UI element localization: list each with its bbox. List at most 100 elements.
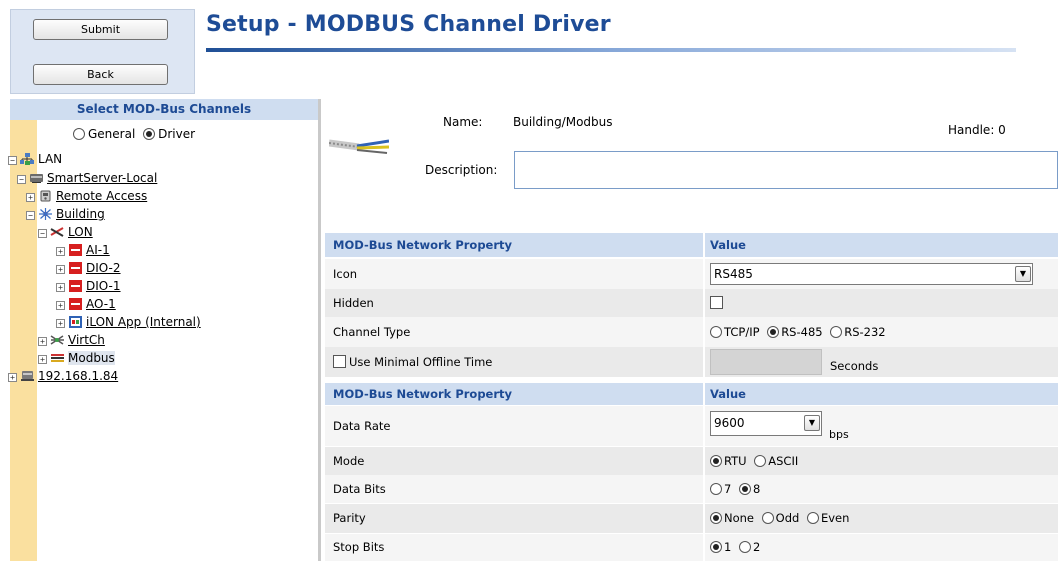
seconds-unit: Seconds	[830, 359, 879, 373]
radio-button[interactable]	[738, 541, 751, 553]
radio-button[interactable]	[710, 483, 722, 495]
tree-header: Select MOD-Bus Channels	[10, 99, 318, 120]
description-label: Description:	[425, 163, 498, 177]
expand-icon[interactable]: +	[56, 265, 65, 274]
radio-button[interactable]	[710, 541, 722, 553]
data-rate-select[interactable]: 9600 ▼	[710, 411, 822, 436]
option-label: 7	[724, 482, 732, 496]
mode-ascii[interactable]: ASCII	[754, 447, 798, 475]
expand-icon[interactable]: +	[56, 301, 65, 310]
mode-label: Mode	[325, 447, 703, 475]
channel-type-rs232[interactable]: RS-232	[830, 317, 886, 347]
submit-button[interactable]: Submit	[33, 19, 168, 40]
tree-node-lon[interactable]: − LON	[38, 225, 93, 240]
mode-row: Mode RTU ASCII	[325, 447, 1058, 475]
data-bits-8[interactable]: 8	[738, 475, 761, 503]
description-input[interactable]	[514, 151, 1058, 189]
tree-node-modbus[interactable]: + Modbus	[38, 351, 115, 366]
data-rate-row: Data Rate 9600 ▼ bps	[325, 406, 1058, 446]
view-driver-option[interactable]: Driver	[143, 127, 195, 141]
channel-type-tcpip[interactable]: TCP/IP	[710, 317, 760, 347]
stop-bits-2[interactable]: 2	[738, 534, 761, 561]
expand-icon[interactable]: +	[8, 373, 17, 382]
view-general-option[interactable]: General	[73, 127, 135, 141]
dropdown-arrow-icon[interactable]: ▼	[804, 415, 820, 431]
channel-properties-pane: Name: Building/Modbus Handle: 0 Descript…	[325, 99, 1058, 561]
radio-button[interactable]	[806, 512, 819, 524]
tree-node-building[interactable]: − Building	[26, 207, 105, 222]
collapse-icon[interactable]: −	[26, 211, 35, 220]
value-column-header: Value	[705, 383, 1058, 405]
min-offline-checkbox[interactable]	[333, 355, 346, 368]
option-label: RS-232	[844, 325, 886, 339]
section-header-serial: MOD-Bus Network Property Value	[325, 383, 1058, 405]
collapse-icon[interactable]: −	[17, 175, 26, 184]
tree-node-ilon-app[interactable]: + iLON App (Internal)	[56, 315, 201, 330]
tree-node-dio-1[interactable]: + DIO-1	[56, 279, 121, 294]
tree-node-smartserver-local[interactable]: − SmartServer-Local	[17, 171, 157, 186]
tree-node-ao-1[interactable]: + AO-1	[56, 297, 116, 312]
tree-node-label: LON	[68, 225, 93, 239]
radio-button[interactable]	[738, 483, 751, 495]
tree-node-192-168-1-84[interactable]: +192.168.1.84	[8, 369, 118, 384]
offline-time-input[interactable]	[710, 349, 822, 375]
view-driver-label: Driver	[158, 127, 196, 141]
server-icon	[30, 174, 43, 183]
page-title: Setup - MODBUS Channel Driver	[206, 12, 611, 37]
data-bits-7[interactable]: 7	[710, 475, 731, 503]
tree-node-virtch[interactable]: + VirtCh	[38, 333, 105, 348]
option-label: RTU	[724, 454, 747, 468]
option-label: 2	[752, 540, 761, 554]
collapse-icon[interactable]: −	[8, 156, 17, 165]
tree-node-ai-1[interactable]: + AI-1	[56, 243, 110, 258]
hidden-checkbox[interactable]	[710, 296, 723, 309]
radio-button[interactable]	[761, 512, 774, 524]
collapse-icon[interactable]: −	[38, 229, 47, 238]
option-label: Odd	[775, 511, 800, 525]
radio-driver[interactable]	[143, 128, 156, 140]
property-column-header: MOD-Bus Network Property	[325, 233, 703, 257]
virtual-channel-icon	[50, 335, 64, 345]
radio-button[interactable]	[754, 455, 767, 467]
expand-icon[interactable]: +	[26, 193, 35, 202]
remote-server-icon	[21, 371, 34, 381]
expand-icon[interactable]: +	[56, 319, 65, 328]
expand-icon[interactable]: +	[38, 355, 47, 364]
stop-bits-1[interactable]: 1	[710, 534, 731, 561]
parity-none[interactable]: None	[710, 504, 754, 533]
dropdown-arrow-icon[interactable]: ▼	[1015, 266, 1031, 282]
tree-node-dio-2[interactable]: + DIO-2	[56, 261, 121, 276]
option-label: RS-485	[781, 325, 823, 339]
parity-even[interactable]: Even	[806, 504, 849, 533]
tree-node-lan[interactable]: − LAN	[8, 152, 62, 167]
parity-odd[interactable]: Odd	[761, 504, 800, 533]
icon-select-value: RS485	[714, 267, 753, 281]
back-button[interactable]: Back	[33, 64, 168, 85]
radio-button[interactable]	[710, 512, 722, 524]
radio-button[interactable]	[710, 455, 722, 467]
radio-button[interactable]	[710, 326, 722, 338]
channel-type-row: Channel Type TCP/IP RS-485 RS-232	[325, 317, 1058, 347]
modbus-cable-icon	[329, 139, 389, 154]
min-offline-cell: Use Minimal Offline Time	[325, 347, 703, 377]
data-bits-options: 7 8	[705, 475, 1058, 503]
data-bits-row: Data Bits 7 8	[325, 475, 1058, 503]
section-header-network: MOD-Bus Network Property Value	[325, 233, 1058, 257]
app-icon	[69, 316, 82, 328]
radio-general[interactable]	[73, 128, 85, 140]
device-icon	[69, 298, 82, 310]
icon-select[interactable]: RS485 ▼	[710, 263, 1033, 285]
option-label: 8	[752, 482, 761, 496]
channel-tree-pane: Select MOD-Bus Channels General Driver −…	[8, 99, 321, 561]
channel-type-rs485[interactable]: RS-485	[767, 317, 823, 347]
expand-icon[interactable]: +	[56, 247, 65, 256]
tree-node-remote-access[interactable]: + Remote Access	[26, 189, 147, 204]
tree-node-label: 192.168.1.84	[38, 369, 119, 383]
expand-icon[interactable]: +	[56, 283, 65, 292]
mode-rtu[interactable]: RTU	[710, 447, 747, 475]
device-icon	[69, 262, 82, 274]
lon-channel-icon	[50, 227, 64, 237]
expand-icon[interactable]: +	[38, 337, 47, 346]
radio-button[interactable]	[830, 326, 843, 338]
radio-button[interactable]	[767, 326, 780, 338]
